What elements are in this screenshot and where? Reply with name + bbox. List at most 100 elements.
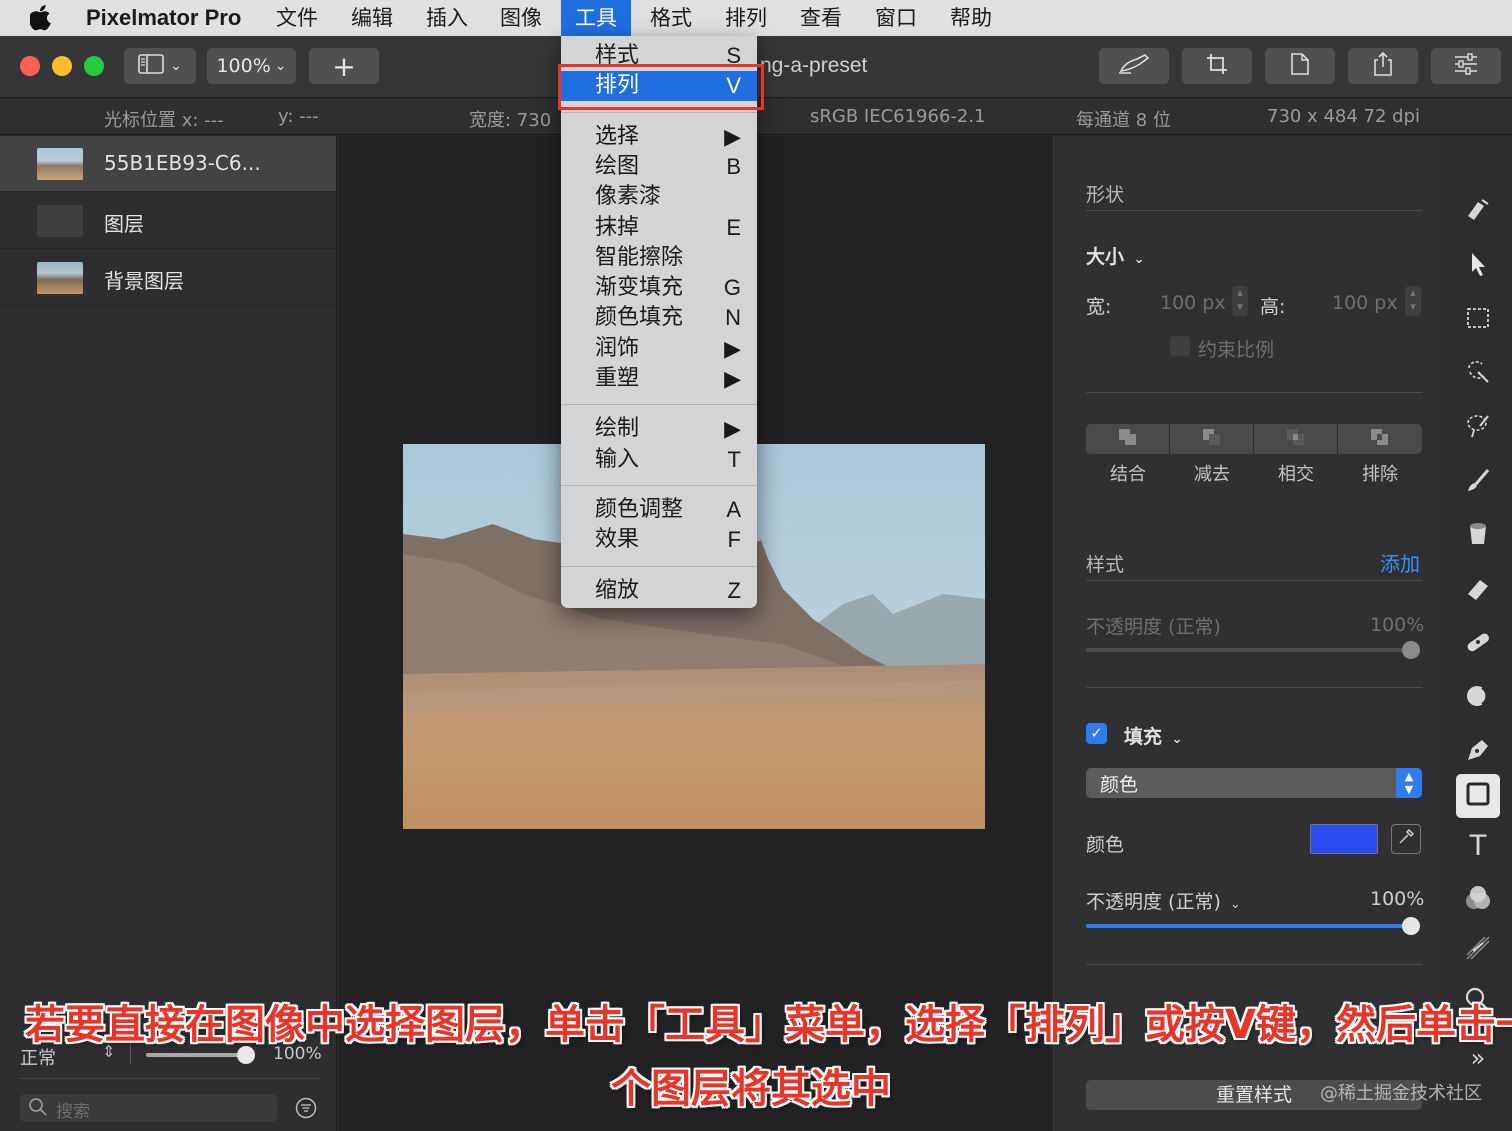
minimize-window-button[interactable] (52, 56, 72, 76)
style-tool[interactable] (1460, 194, 1496, 230)
menu-image[interactable]: 图像 (500, 5, 542, 33)
menu-item-label: 重塑 (595, 366, 640, 391)
chevron-down-icon: ⌄ (1171, 732, 1183, 747)
shape-tool[interactable] (1456, 774, 1500, 818)
intersect-button[interactable] (1254, 424, 1338, 454)
menu-item[interactable]: 润饰 ▶ (561, 334, 757, 364)
quick-draw-button[interactable] (1099, 48, 1169, 84)
menu-item[interactable]: 抹掉 E (561, 213, 757, 243)
menu-item[interactable]: 像素漆 (561, 182, 757, 212)
constrain-checkbox[interactable] (1170, 336, 1190, 356)
type-tool[interactable]: T (1460, 828, 1496, 864)
layer-search-input[interactable]: 搜索 (20, 1094, 277, 1122)
chevron-down-icon: ⌄ (1133, 252, 1145, 267)
apple-icon[interactable] (28, 5, 52, 37)
adjustments-button[interactable] (1431, 48, 1501, 84)
menu-item-label: 润饰 (595, 335, 640, 361)
menu-item[interactable]: 智能擦除 (561, 243, 757, 273)
layer-opacity-slider[interactable] (146, 1046, 255, 1064)
fill-color-well[interactable] (1310, 824, 1378, 854)
menu-item[interactable]: 效果 F (561, 525, 757, 555)
shape-height-input[interactable]: 100 px (1332, 292, 1398, 314)
pen-tool[interactable] (1460, 734, 1496, 770)
crop-button[interactable] (1182, 48, 1252, 84)
combine-button[interactable] (1086, 424, 1170, 454)
search-placeholder: 搜索 (56, 1102, 90, 1122)
share-icon (1372, 51, 1394, 82)
height-stepper[interactable]: ▴ ▾ (1405, 286, 1421, 316)
exclude-button[interactable] (1338, 424, 1422, 454)
distort-tool[interactable] (1460, 680, 1496, 716)
menu-item[interactable]: 颜色填充 N (561, 303, 757, 333)
menu-edit[interactable]: 编辑 (351, 5, 393, 33)
menu-item[interactable]: 绘图 B (561, 152, 757, 182)
fill-checkbox[interactable]: ✓ (1086, 723, 1107, 744)
style-section-title: 样式 (1086, 554, 1125, 576)
width-stepper[interactable]: ▴ ▾ (1232, 286, 1248, 316)
zoom-window-button[interactable] (84, 56, 104, 76)
menu-view[interactable]: 查看 (800, 5, 842, 33)
paint-tool[interactable] (1460, 464, 1496, 500)
erase-tool[interactable] (1460, 572, 1496, 608)
sliders-icon (1453, 52, 1479, 80)
menu-arrange[interactable]: 排列 (725, 5, 767, 33)
subtract-button[interactable] (1170, 424, 1254, 454)
size-dropdown[interactable]: 大小 ⌄ (1086, 242, 1145, 269)
menu-item-shortcut: Z (727, 577, 741, 603)
fill-opacity-dropdown[interactable]: 不透明度 (正常) ⌄ (1086, 887, 1241, 914)
add-button[interactable]: + (309, 48, 379, 84)
divider (1086, 580, 1422, 581)
menu-tools[interactable]: 工具 (561, 0, 631, 36)
fill-dropdown[interactable]: 填充 ⌄ (1124, 722, 1183, 749)
arrange-tool[interactable] (1460, 248, 1496, 284)
share-button[interactable] (1348, 48, 1418, 84)
menu-insert[interactable]: 插入 (426, 5, 468, 33)
filter-icon[interactable] (295, 1097, 317, 1123)
menu-separator (561, 565, 757, 567)
layer-item[interactable]: 图层 (0, 193, 336, 249)
menu-item[interactable]: 选择 ▶ (561, 122, 757, 152)
effects-tool[interactable] (1460, 932, 1496, 968)
divider (1086, 687, 1422, 688)
layer-item[interactable]: 55B1EB93-C6... (0, 136, 336, 192)
shape-width-input[interactable]: 100 px (1160, 292, 1226, 314)
menu-item-label: 抹掉 (595, 214, 640, 240)
slider-knob[interactable] (1402, 641, 1420, 659)
menu-file[interactable]: 文件 (276, 5, 318, 33)
fill-type-select[interactable]: 颜色 ▲ ▼ (1086, 768, 1422, 798)
caption-line-2: 个图层将其选中 (611, 1066, 891, 1112)
menu-item[interactable]: 颜色调整 A (561, 495, 757, 525)
fill-opacity-value: 100% (1370, 888, 1425, 910)
eyedropper-button[interactable] (1391, 824, 1421, 854)
exclude-label: 排除 (1362, 464, 1398, 485)
menu-item-shortcut: T (727, 446, 741, 472)
menu-separator (561, 111, 757, 113)
layer-item[interactable]: 背景图层 (0, 250, 336, 306)
menu-help[interactable]: 帮助 (950, 5, 992, 33)
close-window-button[interactable] (20, 56, 40, 76)
rectangular-select-tool[interactable] (1460, 302, 1496, 338)
layer-name: 55B1EB93-C6... (104, 151, 261, 175)
slider-knob[interactable] (1402, 917, 1420, 935)
magic-select-tool[interactable] (1460, 356, 1496, 392)
menu-item[interactable]: 输入 T (561, 445, 757, 475)
menu-item[interactable]: 缩放 Z (561, 576, 757, 606)
fill-tool[interactable] (1460, 518, 1496, 554)
fill-opacity-slider[interactable] (1086, 917, 1420, 935)
color-adjust-tool[interactable] (1460, 882, 1496, 918)
style-opacity-slider[interactable] (1086, 641, 1420, 659)
menu-window[interactable]: 窗口 (875, 5, 917, 33)
menu-item[interactable]: 绘制 ▶ (561, 414, 757, 444)
slider-fill (146, 1053, 246, 1057)
menu-app-name[interactable]: Pixelmator Pro (86, 5, 241, 33)
add-style-button[interactable]: 添加 (1380, 548, 1420, 577)
zoom-select[interactable]: 100% ⌄ (207, 48, 296, 84)
document-button[interactable] (1265, 48, 1335, 84)
menu-item[interactable]: 渐变填充 G (561, 273, 757, 303)
sidebar-toggle-button[interactable]: ⌄ (124, 48, 196, 84)
retouch-tool[interactable] (1460, 626, 1496, 662)
reset-style-label: 重置样式 (1215, 1084, 1292, 1106)
menu-item[interactable]: 重塑 ▶ (561, 364, 757, 394)
menu-format[interactable]: 格式 (650, 5, 692, 33)
lasso-tool[interactable] (1460, 410, 1496, 446)
